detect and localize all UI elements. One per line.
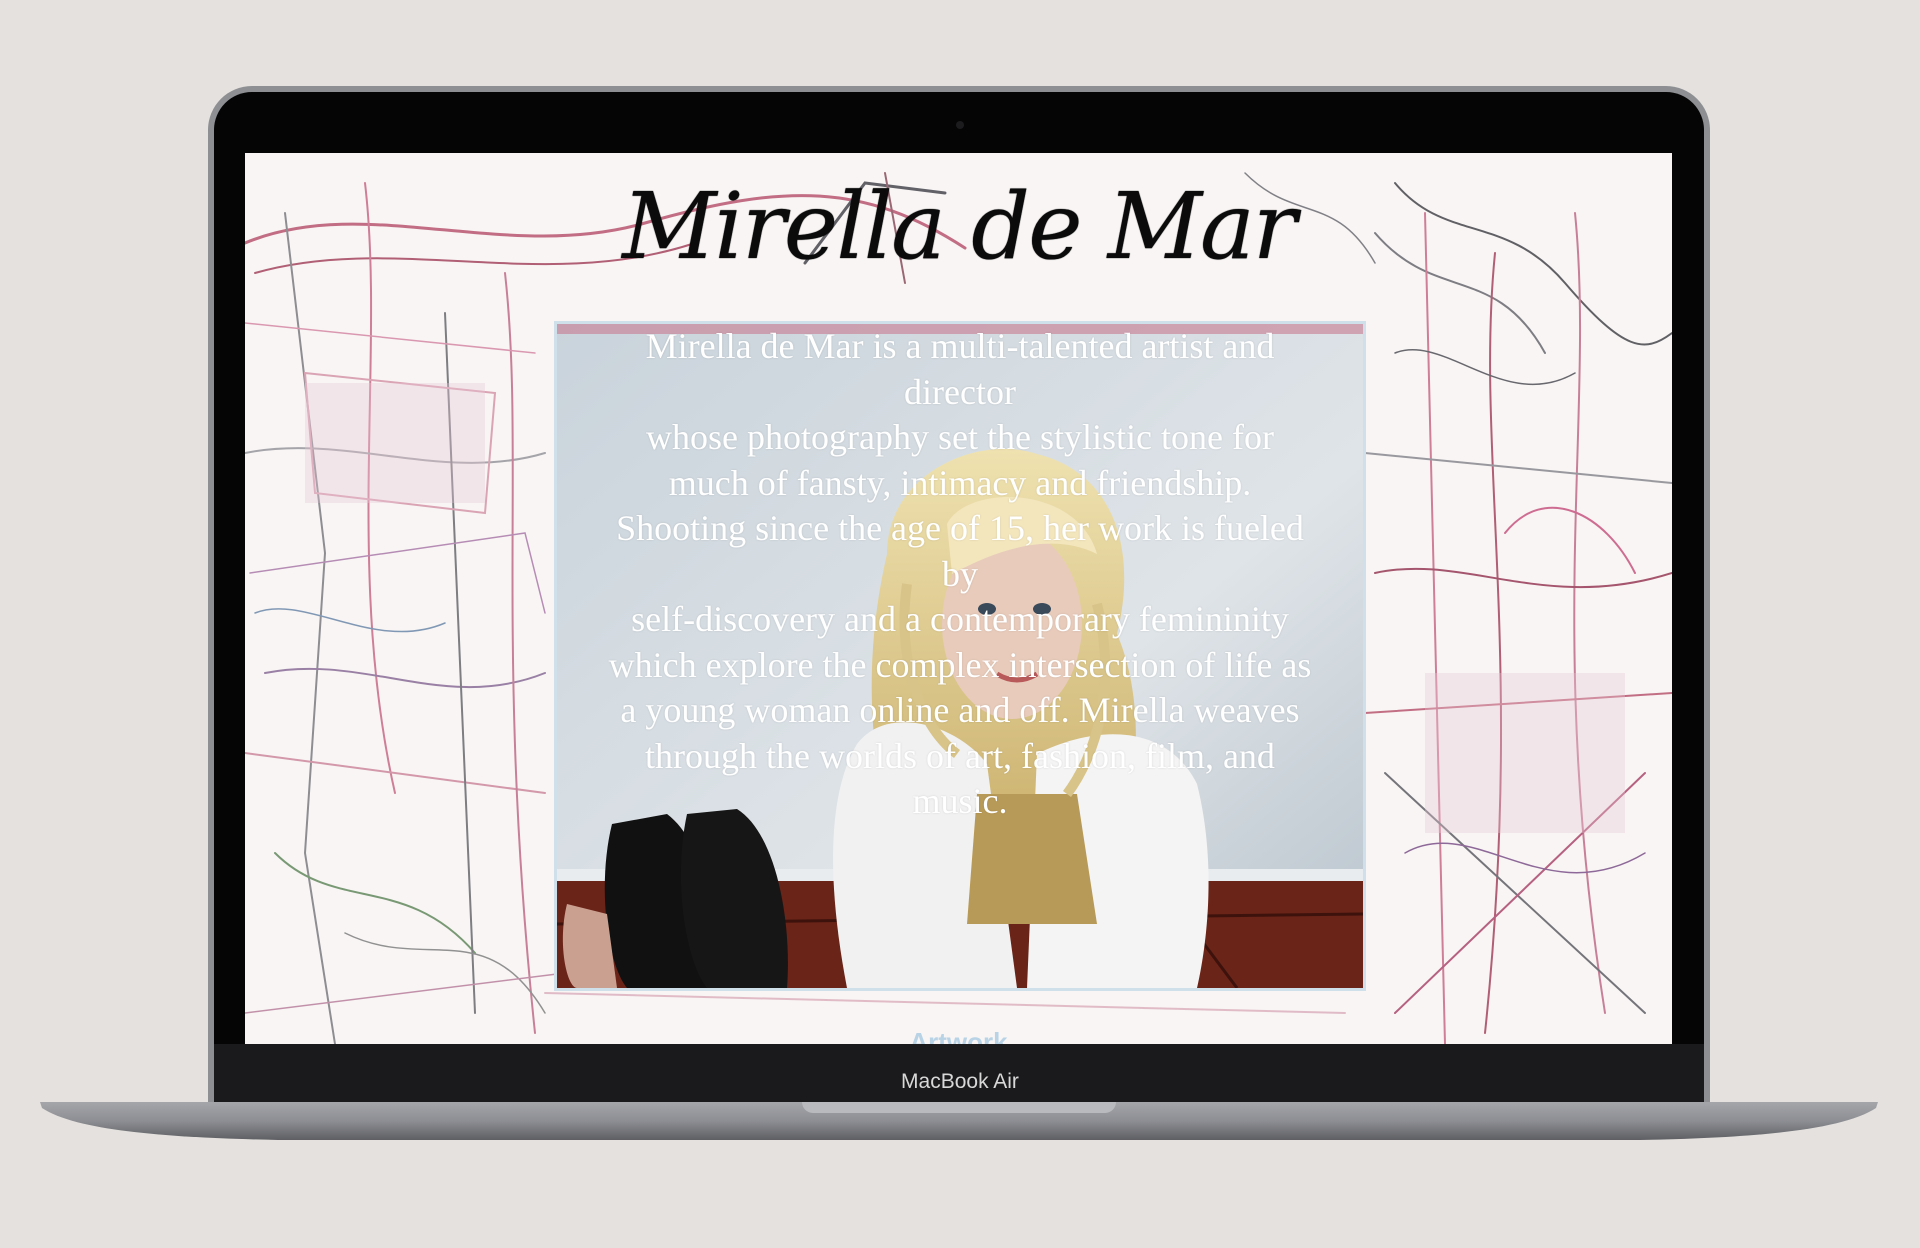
laptop-screen: Mirella de Mar Mirella de Mar is a multi…	[245, 153, 1672, 1044]
portrait-photo-card: Mirella de Mar is a multi-talented artis…	[554, 321, 1366, 991]
webcam-icon	[956, 121, 964, 129]
site-title: Mirella de Mar	[622, 173, 1297, 280]
model-label: MacBook Air	[901, 1070, 1019, 1093]
lid-notch	[802, 1102, 1116, 1113]
bio-text: Mirella de Mar is a multi-talented artis…	[608, 326, 1312, 821]
artwork-nav-link[interactable]: Artwork	[245, 1027, 1672, 1044]
